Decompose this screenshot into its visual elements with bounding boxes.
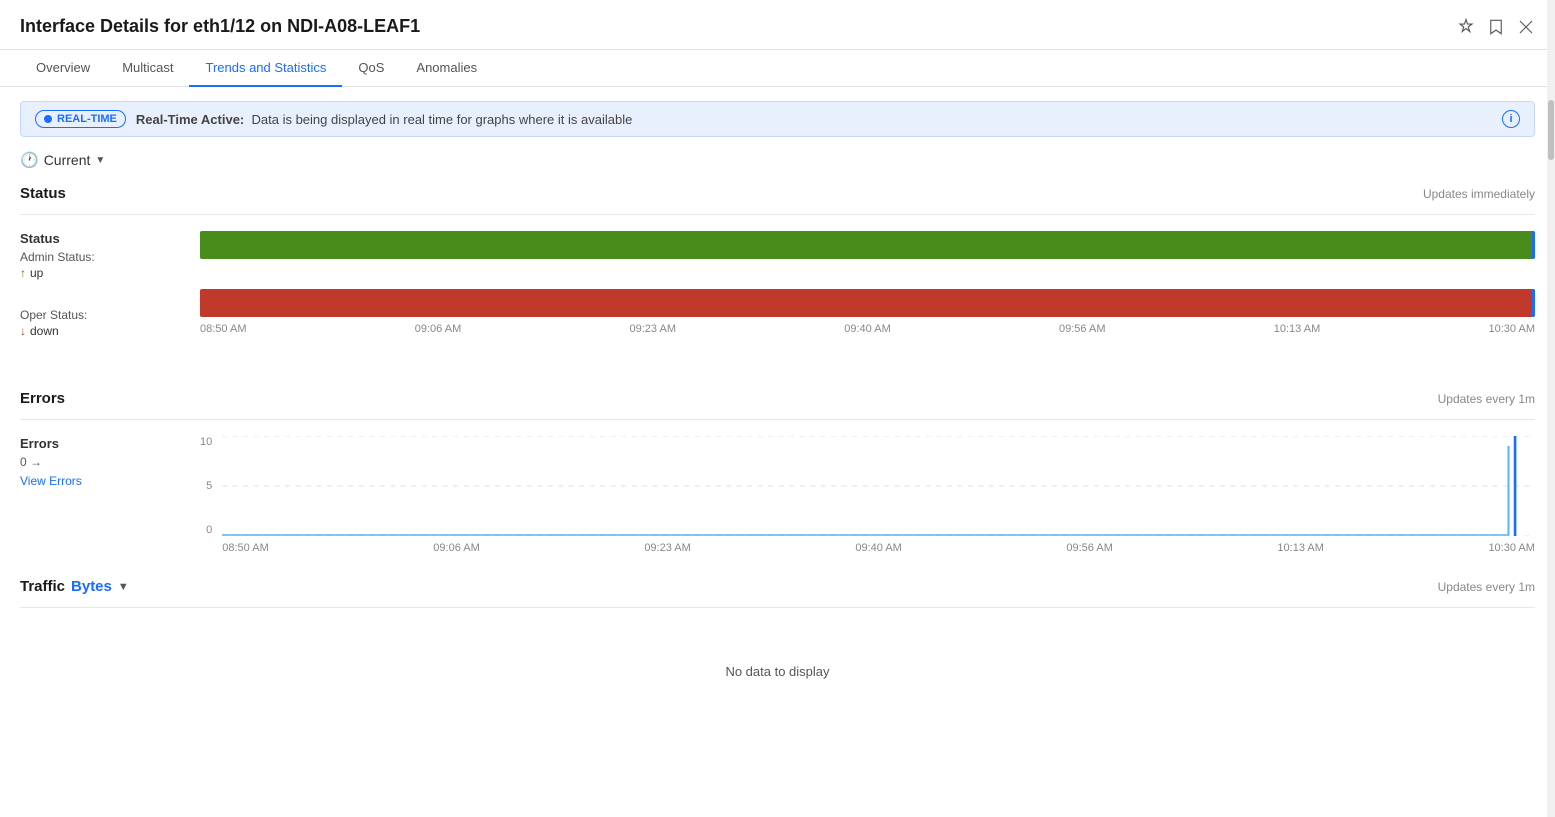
current-selector[interactable]: 🕐 Current ▼ — [20, 151, 105, 169]
admin-status-sub: Admin Status: — [20, 250, 180, 264]
main-content: REAL-TIME Real-Time Active: Data is bein… — [0, 87, 1555, 804]
bookmark-icon[interactable] — [1487, 18, 1505, 36]
realtime-banner: REAL-TIME Real-Time Active: Data is bein… — [20, 101, 1535, 137]
pin-icon[interactable] — [1457, 18, 1475, 36]
admin-status-text: up — [30, 266, 43, 280]
window-controls — [1457, 18, 1535, 36]
traffic-no-data: No data to display — [20, 624, 1535, 719]
realtime-badge-label: REAL-TIME — [57, 113, 117, 125]
tab-multicast[interactable]: Multicast — [106, 50, 189, 87]
errors-section-header: Errors Updates every 1m — [20, 390, 1535, 407]
status-update-text: Updates immediately — [1423, 187, 1535, 201]
tab-overview[interactable]: Overview — [20, 50, 106, 87]
errors-time-axis: 08:50 AM 09:06 AM 09:23 AM 09:40 AM 09:5… — [222, 542, 1535, 554]
status-section: Status Updates immediately Status Admin … — [20, 185, 1535, 366]
oper-status-text: down — [30, 324, 59, 338]
chevron-down-icon: ▼ — [95, 155, 105, 166]
errors-chart-wrapper: 10 5 0 — [200, 436, 1535, 554]
errors-labels: Errors 0 → View Errors — [20, 436, 180, 554]
oper-bar-wrapper — [200, 289, 1535, 317]
status-section-header: Status Updates immediately — [20, 185, 1535, 202]
y-label-10: 10 — [200, 436, 212, 448]
arrow-down-icon: ↓ — [20, 324, 26, 338]
status-divider — [20, 214, 1535, 215]
admin-bar-track — [200, 231, 1535, 259]
time-label-5: 10:13 AM — [1274, 323, 1320, 335]
view-errors-link[interactable]: View Errors — [20, 474, 82, 488]
errors-section-title: Errors — [20, 390, 65, 407]
traffic-bytes-link[interactable]: Bytes — [71, 578, 112, 595]
tab-bar: Overview Multicast Trends and Statistics… — [0, 50, 1555, 87]
traffic-header-group: Traffic Bytes ▼ — [20, 578, 129, 595]
errors-svg — [222, 436, 1535, 536]
scrollbar-thumb[interactable] — [1548, 100, 1554, 160]
tab-qos[interactable]: QoS — [342, 50, 400, 87]
status-section-title: Status — [20, 185, 66, 202]
realtime-text: Real-Time Active: Data is being displaye… — [136, 112, 632, 127]
errors-line-chart: 08:50 AM 09:06 AM 09:23 AM 09:40 AM 09:5… — [222, 436, 1535, 554]
tab-anomalies[interactable]: Anomalies — [400, 50, 493, 87]
current-label: Current — [44, 152, 91, 168]
realtime-dot — [44, 115, 52, 123]
errors-chart-inner: 10 5 0 — [200, 436, 1535, 554]
traffic-update-text: Updates every 1m — [1438, 580, 1535, 594]
errors-section: Errors Updates every 1m Errors 0 → View … — [20, 390, 1535, 554]
time-label-6: 10:30 AM — [1489, 323, 1535, 335]
traffic-section-header: Traffic Bytes ▼ Updates every 1m — [20, 578, 1535, 595]
realtime-desc: Data is being displayed in real time for… — [252, 112, 633, 127]
time-label-3: 09:40 AM — [844, 323, 890, 335]
admin-bar-green — [200, 231, 1535, 259]
e-time-2: 09:23 AM — [644, 542, 690, 554]
status-chart-container: 08:50 AM 09:06 AM 09:23 AM 09:40 AM 09:5… — [200, 231, 1535, 366]
errors-divider — [20, 419, 1535, 420]
info-icon[interactable]: i — [1502, 110, 1520, 128]
tab-trends[interactable]: Trends and Statistics — [189, 50, 342, 87]
window-title: Interface Details for eth1/12 on NDI-A08… — [20, 16, 420, 37]
oper-bar-track — [200, 289, 1535, 317]
time-label-1: 09:06 AM — [415, 323, 461, 335]
oper-status-value: ↓ down — [20, 324, 180, 338]
status-time-axis: 08:50 AM 09:06 AM 09:23 AM 09:40 AM 09:5… — [200, 323, 1535, 335]
traffic-section: Traffic Bytes ▼ Updates every 1m No data… — [20, 578, 1535, 719]
oper-bar-red — [200, 289, 1535, 317]
y-label-0: 0 — [200, 524, 212, 536]
realtime-bold: Real-Time Active: — [136, 112, 244, 127]
status-bars — [200, 231, 1535, 317]
status-chart-area: Status Admin Status: ↑ up Oper Status: ↓… — [20, 231, 1535, 366]
y-label-5: 5 — [200, 480, 212, 492]
e-time-1: 09:06 AM — [433, 542, 479, 554]
status-label-group-admin: Status Admin Status: ↑ up — [20, 231, 180, 280]
e-time-5: 10:13 AM — [1277, 542, 1323, 554]
errors-label-title: Errors — [20, 436, 180, 451]
scrollbar[interactable] — [1547, 0, 1555, 817]
e-time-0: 08:50 AM — [222, 542, 268, 554]
e-time-3: 09:40 AM — [855, 542, 901, 554]
status-label-group-oper: Oper Status: ↓ down — [20, 308, 180, 338]
arrow-up-icon: ↑ — [20, 266, 26, 280]
traffic-title: Traffic — [20, 578, 65, 595]
time-label-0: 08:50 AM — [200, 323, 246, 335]
close-icon[interactable] — [1517, 18, 1535, 36]
clock-icon: 🕐 — [20, 151, 39, 169]
status-label-title: Status — [20, 231, 180, 246]
realtime-badge[interactable]: REAL-TIME — [35, 110, 126, 128]
traffic-chevron-icon[interactable]: ▼ — [118, 581, 129, 593]
time-label-2: 09:23 AM — [630, 323, 676, 335]
errors-value: 0 → — [20, 455, 180, 469]
realtime-left: REAL-TIME Real-Time Active: Data is bein… — [35, 110, 632, 128]
status-labels: Status Admin Status: ↑ up Oper Status: ↓… — [20, 231, 180, 366]
traffic-divider — [20, 607, 1535, 608]
admin-status-value: ↑ up — [20, 266, 180, 280]
window-header: Interface Details for eth1/12 on NDI-A08… — [0, 0, 1555, 50]
admin-bar-wrapper — [200, 231, 1535, 259]
errors-chart-area: Errors 0 → View Errors 10 5 0 — [20, 436, 1535, 554]
time-label-4: 09:56 AM — [1059, 323, 1105, 335]
oper-status-sub: Oper Status: — [20, 308, 180, 322]
e-time-4: 09:56 AM — [1066, 542, 1112, 554]
y-axis-labels: 10 5 0 — [200, 436, 216, 536]
errors-update-text: Updates every 1m — [1438, 392, 1535, 406]
e-time-6: 10:30 AM — [1488, 542, 1534, 554]
